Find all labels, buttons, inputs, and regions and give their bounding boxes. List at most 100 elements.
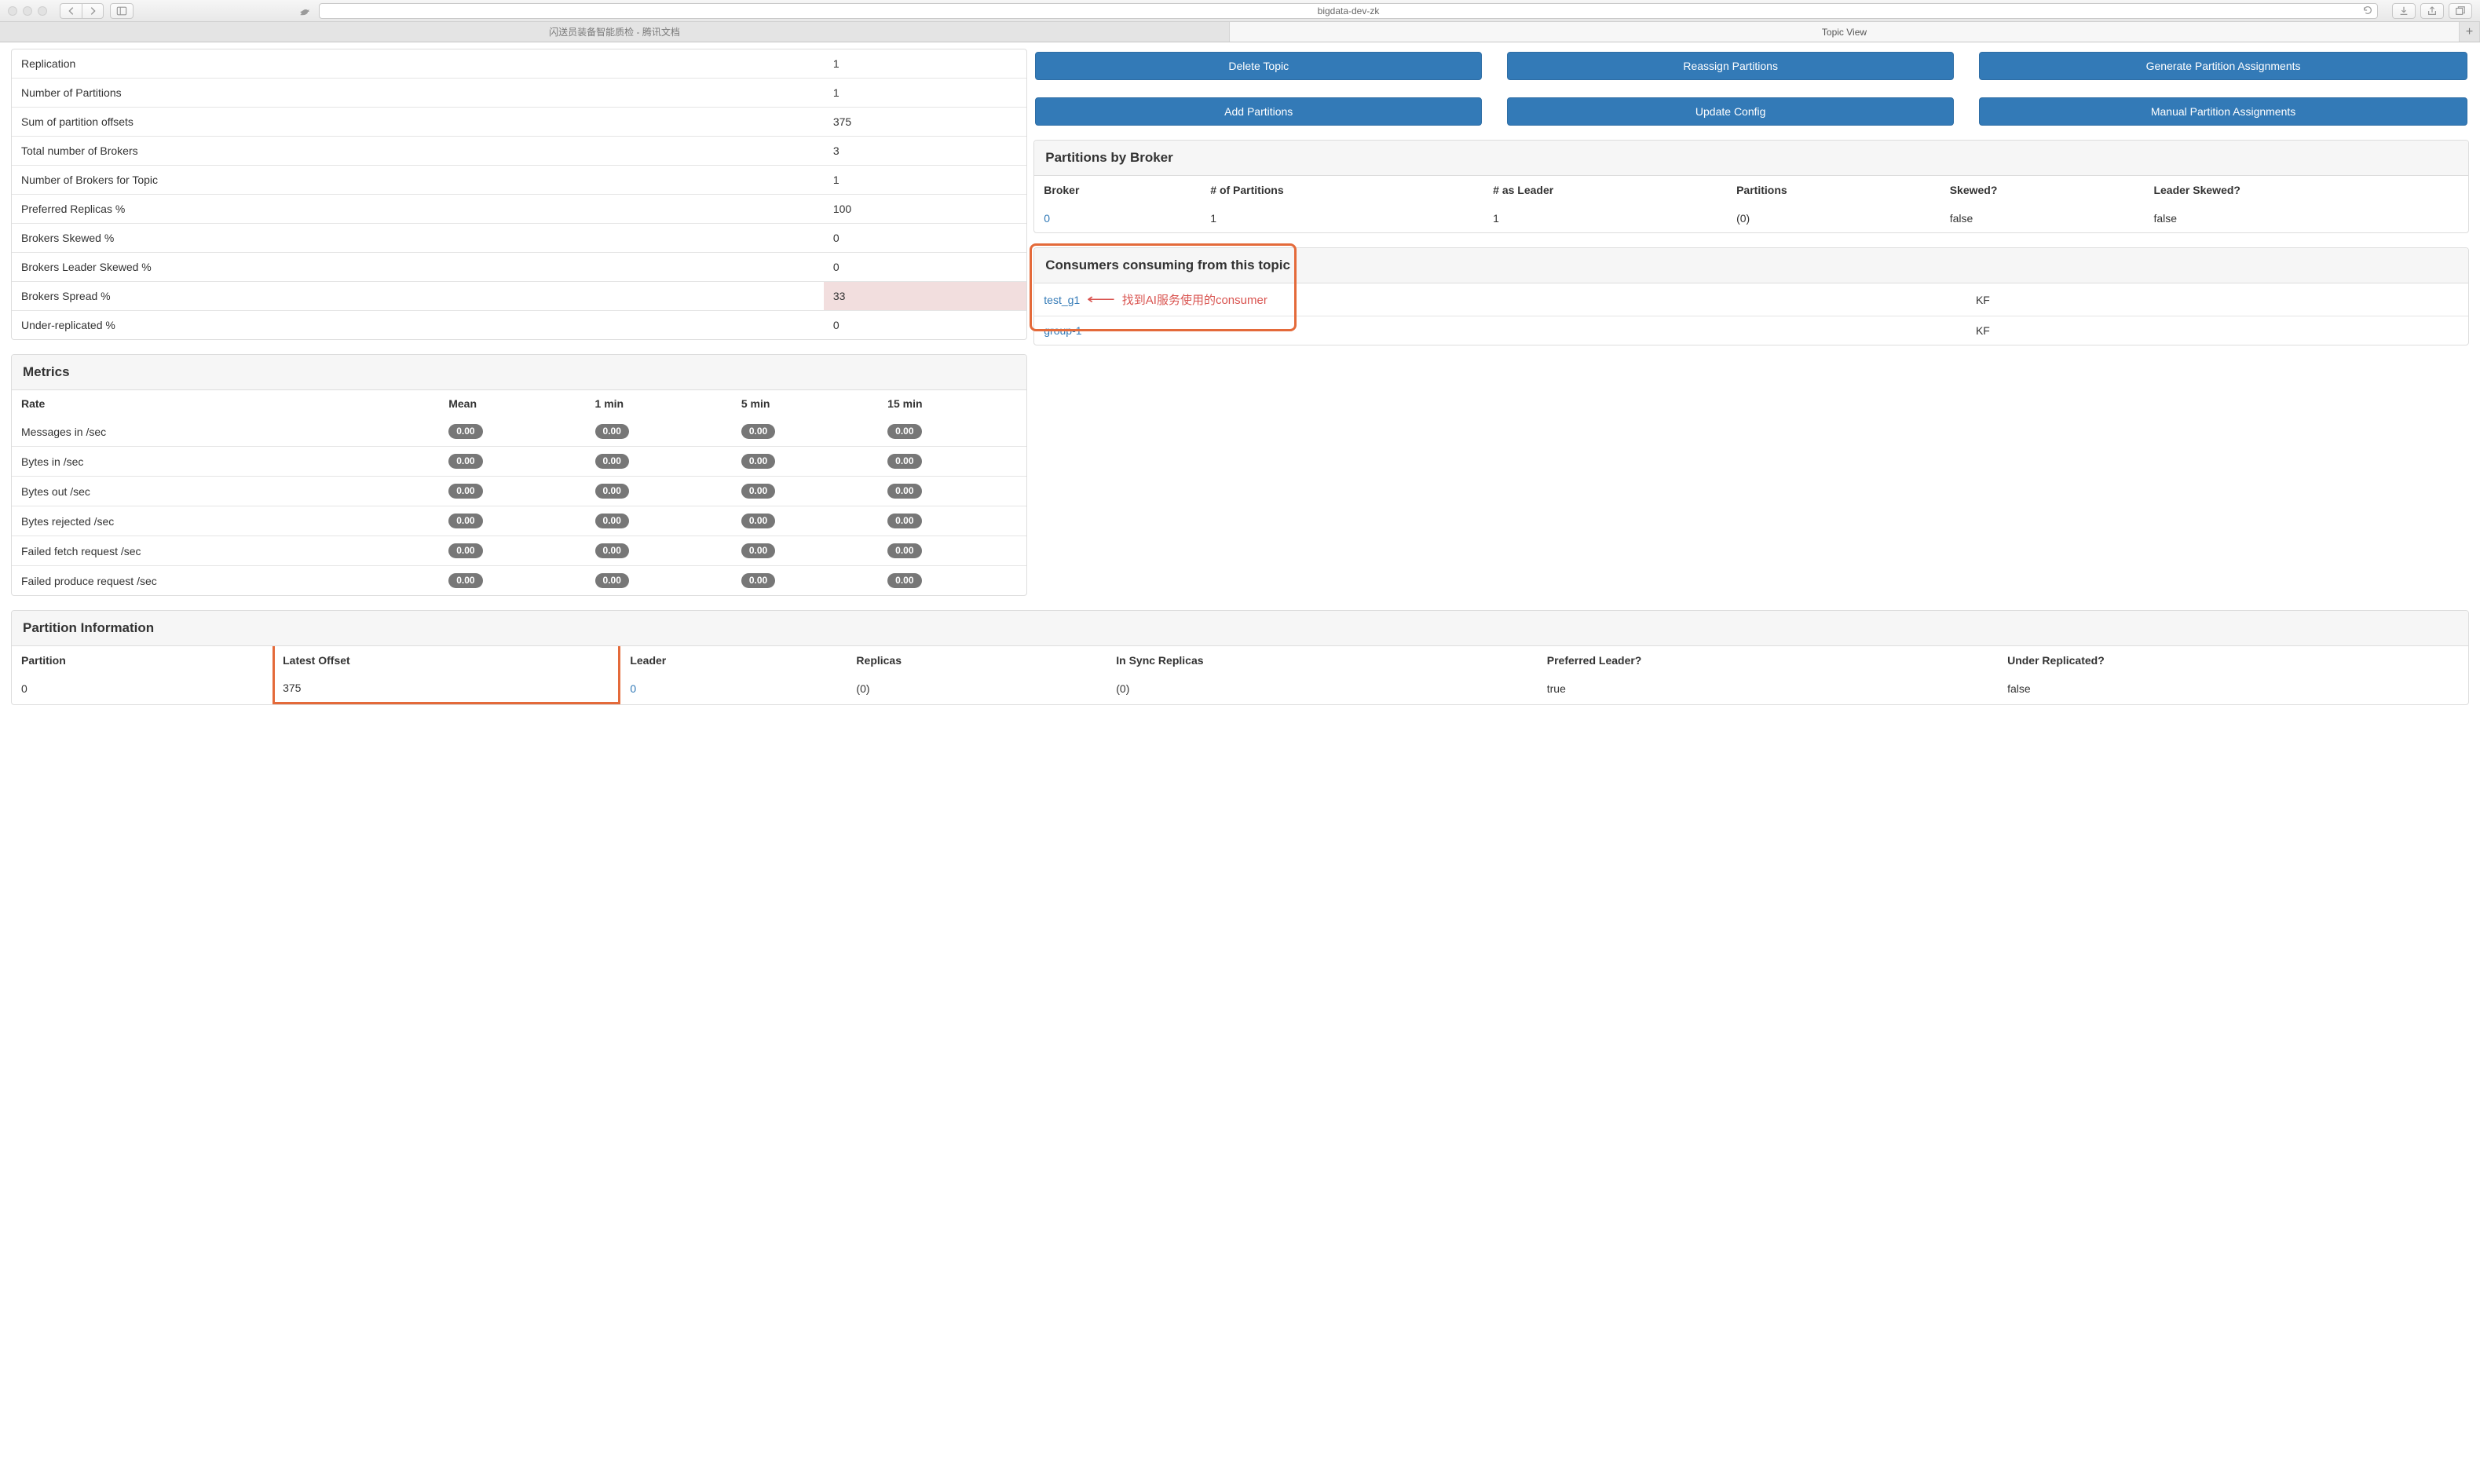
close-window-dot[interactable] xyxy=(8,6,17,16)
broker-link[interactable]: 0 xyxy=(1044,212,1050,225)
partitions-by-broker-title: Partitions by Broker xyxy=(1034,141,2468,176)
metrics-header-cell: 15 min xyxy=(878,390,1026,417)
metrics-value-cell: 0.00 xyxy=(586,447,732,477)
metric-badge: 0.00 xyxy=(741,484,775,499)
pbb-header-cell: Broker xyxy=(1034,176,1201,204)
update-config-button[interactable]: Update Config xyxy=(1507,97,1954,126)
metric-badge: 0.00 xyxy=(887,424,921,439)
stats-label: Sum of partition offsets xyxy=(12,108,824,137)
stats-row: Number of Brokers for Topic1 xyxy=(12,166,1026,195)
metric-badge: 0.00 xyxy=(887,484,921,499)
metrics-value-cell: 0.00 xyxy=(586,477,732,506)
pbb-row: 011(0)falsefalse xyxy=(1034,204,2468,232)
pi-partition: 0 xyxy=(12,674,274,703)
stats-value: 1 xyxy=(824,166,1026,195)
minimize-window-dot[interactable] xyxy=(23,6,32,16)
stats-row: Total number of Brokers3 xyxy=(12,137,1026,166)
back-button[interactable] xyxy=(60,3,82,19)
stats-value: 1 xyxy=(824,79,1026,108)
stats-value: 100 xyxy=(824,195,1026,224)
pi-leader[interactable]: 0 xyxy=(620,674,847,703)
metrics-value-cell: 0.00 xyxy=(732,477,878,506)
share-button[interactable] xyxy=(2420,3,2444,19)
consumers-panel: Consumers consuming from this topic test… xyxy=(1033,247,2469,345)
metrics-header-cell: 1 min xyxy=(586,390,732,417)
stats-label: Brokers Spread % xyxy=(12,282,824,311)
zoom-window-dot[interactable] xyxy=(38,6,47,16)
pbb-header-cell: Partitions xyxy=(1727,176,1940,204)
metrics-value-cell: 0.00 xyxy=(586,566,732,596)
metric-badge: 0.00 xyxy=(448,424,482,439)
consumer-row: group-1KF xyxy=(1034,316,2468,345)
metrics-row: Failed fetch request /sec0.000.000.000.0… xyxy=(12,536,1026,566)
delete-topic-button[interactable]: Delete Topic xyxy=(1035,52,1482,80)
forward-button[interactable] xyxy=(82,3,104,19)
browser-tab-0-title: 闪送员装备智能质检 - 腾讯文档 xyxy=(549,25,680,38)
sidebar-toggle[interactable] xyxy=(110,3,134,19)
metric-badge: 0.00 xyxy=(741,543,775,558)
annotation-arrow-icon: ⟵ xyxy=(1087,291,1115,308)
metrics-value-cell: 0.00 xyxy=(878,536,1026,566)
metrics-row: Messages in /sec0.000.000.000.00 xyxy=(12,417,1026,447)
stats-value: 0 xyxy=(824,253,1026,282)
metric-badge: 0.00 xyxy=(887,454,921,469)
metric-badge: 0.00 xyxy=(448,514,482,528)
partition-info-panel: Partition Information PartitionLatest Of… xyxy=(11,610,2469,705)
metric-badge: 0.00 xyxy=(448,454,482,469)
manual-assignments-button[interactable]: Manual Partition Assignments xyxy=(1979,97,2467,126)
consumer-link[interactable]: test_g1 xyxy=(1044,294,1080,306)
metrics-value-cell: 0.00 xyxy=(439,477,585,506)
pbb-as-leader: 1 xyxy=(1483,204,1727,232)
add-partitions-button[interactable]: Add Partitions xyxy=(1035,97,1482,126)
generate-assignments-button[interactable]: Generate Partition Assignments xyxy=(1979,52,2467,80)
consumer-row: test_g1 ⟵ 找到AI服务使用的consumerKF xyxy=(1034,283,2468,316)
metrics-value-cell: 0.00 xyxy=(439,417,585,447)
metric-badge: 0.00 xyxy=(595,514,629,528)
pbb-skewed: false xyxy=(1940,204,2145,232)
mac-titlebar xyxy=(0,0,2480,22)
metrics-rate-label: Bytes in /sec xyxy=(12,447,439,477)
metric-badge: 0.00 xyxy=(741,424,775,439)
metric-badge: 0.00 xyxy=(448,573,482,588)
pi-header-cell: In Sync Replicas xyxy=(1106,646,1538,674)
pi-under: false xyxy=(1998,674,2468,703)
address-bar[interactable] xyxy=(319,3,2378,19)
pbb-header-cell: Leader Skewed? xyxy=(2144,176,2468,204)
pi-leader-link[interactable]: 0 xyxy=(630,682,636,695)
stats-value: 1 xyxy=(824,49,1026,79)
stats-value: 0 xyxy=(824,224,1026,253)
stats-row: Sum of partition offsets375 xyxy=(12,108,1026,137)
metrics-table: RateMean1 min5 min15 min Messages in /se… xyxy=(12,390,1026,595)
metric-badge: 0.00 xyxy=(448,543,482,558)
metrics-row: Bytes out /sec0.000.000.000.00 xyxy=(12,477,1026,506)
pbb-partitions: (0) xyxy=(1727,204,1940,232)
metric-badge: 0.00 xyxy=(887,573,921,588)
reload-icon[interactable] xyxy=(2362,5,2373,16)
stats-label: Number of Partitions xyxy=(12,79,824,108)
pi-row: 03750(0)(0)truefalse xyxy=(12,674,2468,703)
stats-value: 0 xyxy=(824,311,1026,340)
address-bar-wrap xyxy=(319,3,2378,19)
metric-badge: 0.00 xyxy=(595,454,629,469)
reassign-partitions-button[interactable]: Reassign Partitions xyxy=(1507,52,1954,80)
metric-badge: 0.00 xyxy=(595,573,629,588)
downloads-button[interactable] xyxy=(2392,3,2416,19)
pbb-header-cell: # of Partitions xyxy=(1201,176,1483,204)
browser-tab-1-title: Topic View xyxy=(1822,27,1867,38)
stats-label: Number of Brokers for Topic xyxy=(12,166,824,195)
consumer-link[interactable]: group-1 xyxy=(1044,324,1081,337)
new-tab-button[interactable]: + xyxy=(2460,22,2480,42)
metrics-value-cell: 0.00 xyxy=(732,447,878,477)
metrics-rate-label: Failed produce request /sec xyxy=(12,566,439,596)
metrics-header-cell: Mean xyxy=(439,390,585,417)
pi-isr: (0) xyxy=(1106,674,1538,703)
topic-stats-table: Replication1Number of Partitions1Sum of … xyxy=(12,49,1026,339)
stats-row: Under-replicated %0 xyxy=(12,311,1026,340)
stats-label: Under-replicated % xyxy=(12,311,824,340)
metrics-value-cell: 0.00 xyxy=(439,536,585,566)
show-tabs-button[interactable] xyxy=(2449,3,2472,19)
stats-label: Preferred Replicas % xyxy=(12,195,824,224)
pi-header-cell: Latest Offset xyxy=(274,646,620,674)
browser-tab-1[interactable]: Topic View xyxy=(1230,22,2460,42)
browser-tab-0[interactable]: 闪送员装备智能质检 - 腾讯文档 xyxy=(0,22,1230,42)
